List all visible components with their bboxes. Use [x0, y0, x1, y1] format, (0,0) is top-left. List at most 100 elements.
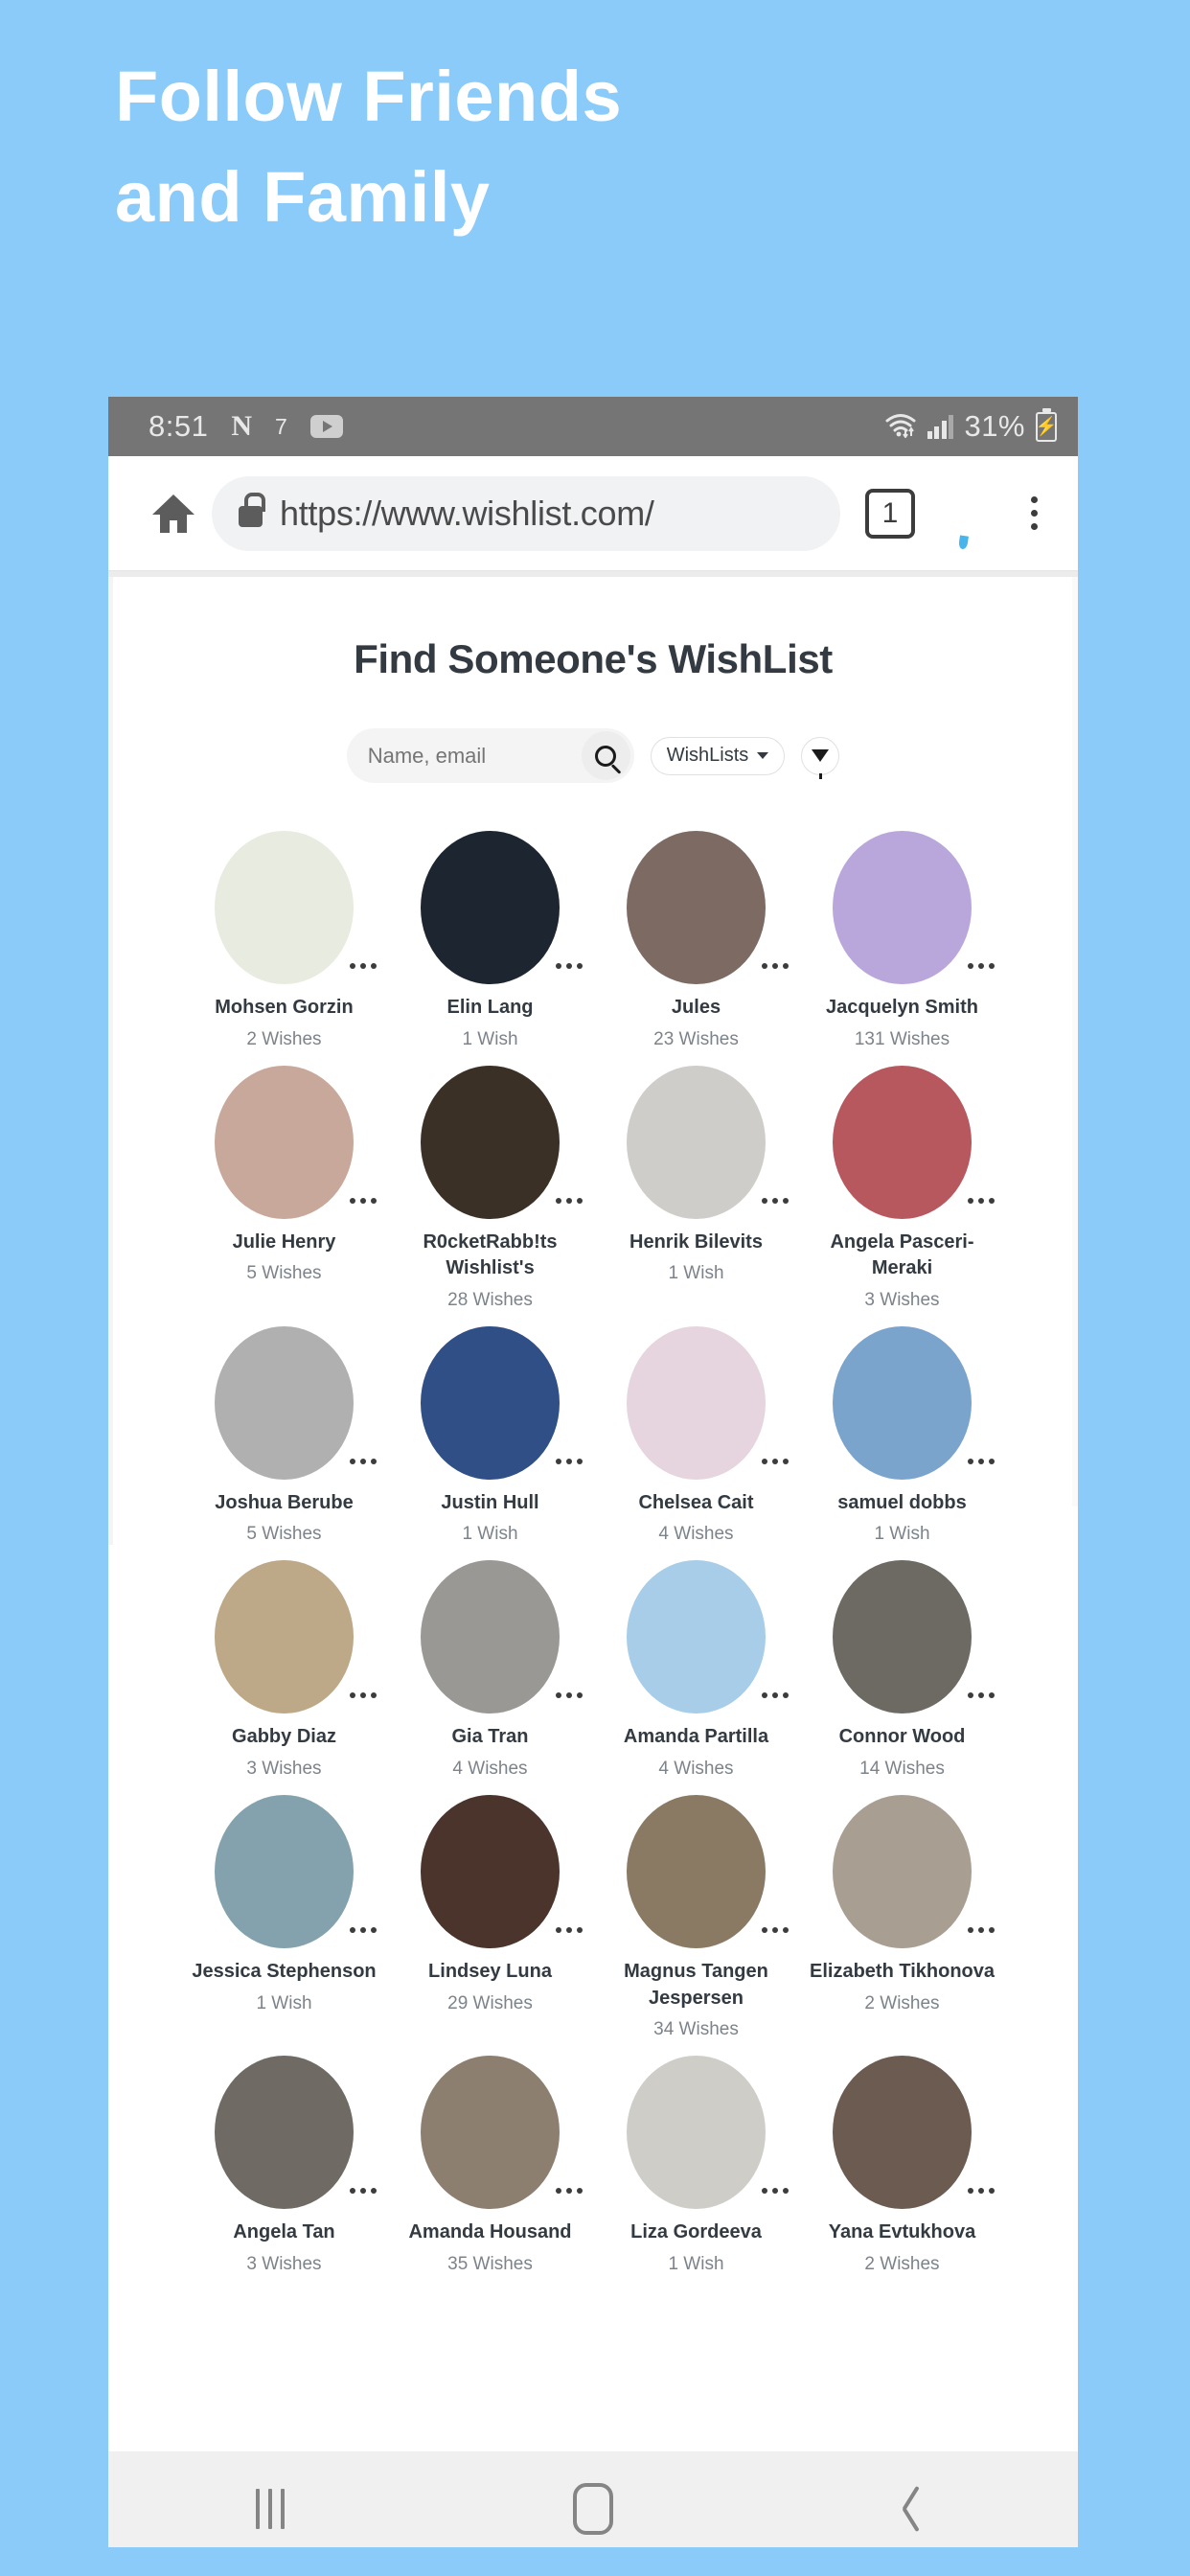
user-card[interactable]: samuel dobbs 1 Wish [799, 1325, 1005, 1561]
avatar[interactable] [215, 1794, 354, 1948]
avatar[interactable] [627, 1065, 766, 1219]
avatar-wrapper [215, 1794, 377, 1948]
user-card[interactable]: Lindsey Luna 29 Wishes [387, 1794, 593, 2056]
kebab-menu-icon[interactable] [762, 2188, 789, 2195]
avatar[interactable] [421, 1794, 560, 1948]
kebab-menu-icon[interactable] [350, 2188, 377, 2195]
kebab-menu-icon[interactable] [350, 1692, 377, 1699]
avatar[interactable] [833, 1325, 972, 1480]
avatar[interactable] [833, 1065, 972, 1219]
scope-dropdown[interactable]: WishLists [650, 736, 786, 775]
kebab-menu-icon[interactable] [968, 1197, 995, 1204]
avatar[interactable] [627, 1325, 766, 1480]
avatar[interactable] [627, 831, 766, 984]
user-card[interactable]: Henrik Bilevits 1 Wish [593, 1065, 799, 1326]
kebab-menu-icon[interactable] [762, 1692, 789, 1699]
kebab-menu-icon[interactable] [762, 1926, 789, 1933]
kebab-menu-icon[interactable] [556, 2188, 583, 2195]
avatar[interactable] [833, 1794, 972, 1948]
kebab-menu-icon[interactable] [556, 1926, 583, 1933]
home-icon[interactable] [135, 492, 212, 536]
avatar[interactable] [421, 1065, 560, 1219]
avatar[interactable] [215, 2056, 354, 2210]
wish-count: 2 Wishes [246, 1028, 322, 1049]
avatar[interactable] [833, 2056, 972, 2210]
kebab-menu-icon[interactable] [556, 1692, 583, 1699]
wish-count: 131 Wishes [854, 1028, 950, 1049]
avatar[interactable] [833, 831, 972, 984]
wish-count: 34 Wishes [653, 2019, 739, 2040]
user-name: Elin Lang [446, 997, 534, 1018]
wish-count: 4 Wishes [658, 1524, 734, 1545]
avatar[interactable] [627, 2056, 766, 2210]
avatar[interactable] [627, 1560, 766, 1714]
avatar[interactable] [215, 1560, 354, 1714]
user-card[interactable]: R0cketRabb!ts Wishlist's 28 Wishes [387, 1065, 593, 1326]
user-card[interactable]: Gabby Diaz 3 Wishes [181, 1560, 387, 1795]
browser-toolbar: https://www.wishlist.com/ 1 [108, 456, 1078, 571]
url-bar[interactable]: https://www.wishlist.com/ [212, 475, 840, 551]
kebab-menu-icon[interactable] [968, 1458, 995, 1464]
overflow-menu-icon[interactable] [1013, 496, 1055, 530]
wish-count: 1 Wish [462, 1028, 518, 1049]
user-grid-row: Jessica Stephenson 1 Wish Lindsey Luna 29 W… [108, 1794, 1078, 2056]
user-card[interactable]: Connor Wood 14 Wishes [799, 1560, 1005, 1795]
kebab-menu-icon[interactable] [968, 1692, 995, 1699]
page-scrollbar[interactable] [1072, 577, 1078, 1506]
user-card[interactable]: Amanda Partilla 4 Wishes [593, 1560, 799, 1795]
user-card[interactable]: Julie Henry 5 Wishes [181, 1065, 387, 1326]
user-card[interactable]: Jacquelyn Smith 131 Wishes [799, 831, 1005, 1066]
avatar[interactable] [215, 1065, 354, 1219]
avatar[interactable] [215, 831, 354, 984]
home-button[interactable] [507, 2451, 679, 2547]
recent-apps-button[interactable] [184, 2451, 356, 2547]
user-card[interactable]: Jules 23 Wishes [593, 831, 799, 1066]
kebab-menu-icon[interactable] [350, 963, 377, 969]
user-card[interactable]: Angela Tan 3 Wishes [181, 2056, 387, 2290]
filter-button[interactable] [801, 736, 840, 779]
user-card[interactable]: Gia Tran 4 Wishes [387, 1560, 593, 1795]
user-card[interactable]: Amanda Housand 35 Wishes [387, 2056, 593, 2290]
kebab-menu-icon[interactable] [968, 2188, 995, 2195]
user-card[interactable]: Chelsea Cait 4 Wishes [593, 1325, 799, 1561]
avatar-wrapper [833, 1325, 995, 1480]
user-card[interactable]: Mohsen Gorzin 2 Wishes [181, 831, 387, 1066]
user-card[interactable]: Magnus Tangen Jespersen 34 Wishes [593, 1794, 799, 2056]
user-card[interactable]: Liza Gordeeva 1 Wish [593, 2056, 799, 2290]
kebab-menu-icon[interactable] [556, 963, 583, 969]
kebab-menu-icon[interactable] [968, 963, 995, 969]
search-input[interactable] [367, 743, 569, 769]
avatar[interactable] [421, 1325, 560, 1480]
user-card[interactable]: Elizabeth Tikhonova 2 Wishes [799, 1794, 1005, 2056]
promo-headline: Follow Friends and Family [115, 46, 1073, 247]
kebab-menu-icon[interactable] [556, 1197, 583, 1204]
kebab-menu-icon[interactable] [762, 963, 789, 969]
search-icon[interactable] [581, 731, 630, 780]
user-card[interactable]: Justin Hull 1 Wish [387, 1325, 593, 1561]
kebab-menu-icon[interactable] [350, 1926, 377, 1933]
kebab-menu-icon[interactable] [556, 1458, 583, 1464]
avatar[interactable] [627, 1794, 766, 1948]
kebab-menu-icon[interactable] [968, 1926, 995, 1933]
user-card[interactable]: Angela Pasceri-Meraki 3 Wishes [799, 1065, 1005, 1326]
user-card[interactable]: Yana Evtukhova 2 Wishes [799, 2056, 1005, 2290]
avatar[interactable] [421, 1560, 560, 1714]
wish-count: 3 Wishes [864, 1289, 940, 1310]
home-square-icon [572, 2483, 613, 2535]
user-card[interactable]: Elin Lang 1 Wish [387, 831, 593, 1066]
balloon-icon[interactable] [936, 484, 992, 550]
back-button[interactable] [830, 2451, 1002, 2547]
avatar[interactable] [215, 1325, 354, 1480]
tab-switcher-button[interactable]: 1 [865, 488, 915, 539]
avatar[interactable] [421, 831, 560, 984]
notification-count: 7 [275, 413, 287, 439]
kebab-menu-icon[interactable] [762, 1458, 789, 1464]
kebab-menu-icon[interactable] [762, 1197, 789, 1204]
search-field-wrapper[interactable] [346, 728, 634, 783]
kebab-menu-icon[interactable] [350, 1458, 377, 1464]
kebab-menu-icon[interactable] [350, 1197, 377, 1204]
user-card[interactable]: Jessica Stephenson 1 Wish [181, 1794, 387, 2056]
user-card[interactable]: Joshua Berube 5 Wishes [181, 1325, 387, 1561]
avatar[interactable] [833, 1560, 972, 1714]
avatar[interactable] [421, 2056, 560, 2210]
